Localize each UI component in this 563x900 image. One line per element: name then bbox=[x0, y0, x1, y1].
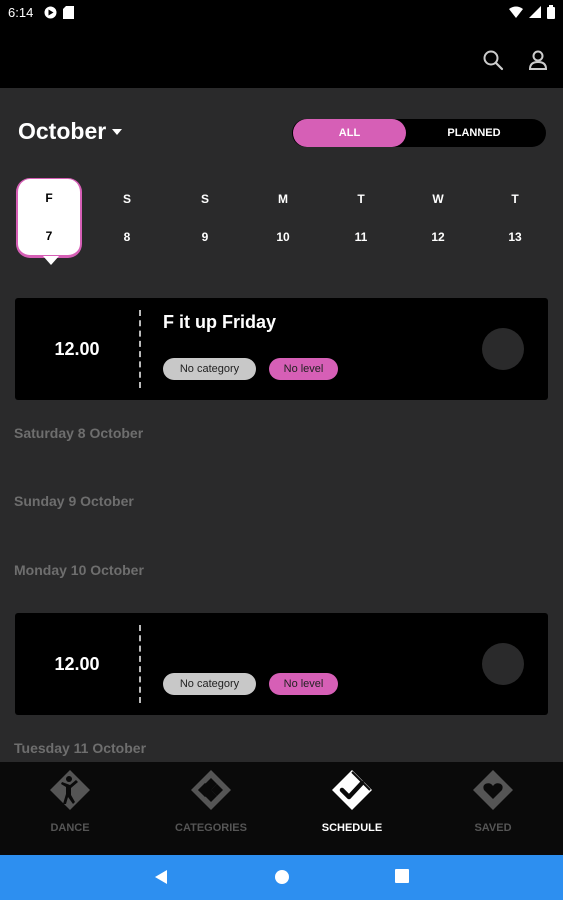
nav-schedule[interactable]: SCHEDULE bbox=[282, 762, 422, 855]
status-bar: 6:14 bbox=[0, 0, 563, 26]
nav-dance[interactable]: DANCE bbox=[0, 762, 140, 855]
level-badge: No level bbox=[269, 673, 338, 695]
selected-day-pointer bbox=[43, 256, 59, 265]
date-heading: Saturday 8 October bbox=[14, 425, 144, 441]
day-number: 12 bbox=[431, 230, 445, 244]
status-notification-icons bbox=[44, 6, 74, 19]
event-title: F it up Friday bbox=[163, 312, 277, 332]
nav-label: CATEGORIES bbox=[175, 822, 247, 834]
schedule-content: October ALL PLANNED F 7 S 8 S 9 M 10 T 1… bbox=[0, 88, 563, 762]
caret-down-icon bbox=[112, 128, 123, 135]
level-badge: No level bbox=[269, 358, 338, 380]
home-icon[interactable] bbox=[274, 869, 290, 885]
heart-icon bbox=[473, 770, 513, 810]
day-of-week: T bbox=[357, 192, 365, 206]
nav-saved[interactable]: SAVED bbox=[423, 762, 563, 855]
event-card[interactable]: 12.00 No category No level bbox=[15, 613, 548, 715]
day-cell[interactable]: S 8 bbox=[94, 178, 160, 258]
month-label: October bbox=[18, 118, 107, 144]
check-icon bbox=[332, 770, 372, 810]
category-badge: No category bbox=[163, 673, 256, 695]
nav-categories[interactable]: CATEGORIES bbox=[141, 762, 281, 855]
status-time: 6:14 bbox=[8, 5, 34, 20]
filter-all-button[interactable]: ALL bbox=[293, 119, 406, 147]
sd-card-icon bbox=[63, 6, 74, 19]
day-number: 13 bbox=[508, 230, 522, 244]
category-badge: No category bbox=[163, 358, 256, 380]
day-of-week: S bbox=[122, 192, 131, 206]
wifi-icon bbox=[509, 6, 523, 18]
day-number: 9 bbox=[201, 230, 209, 244]
filter-toggle: ALL PLANNED bbox=[292, 119, 546, 147]
week-strip: F 7 S 8 S 9 M 10 T 11 W 12 T 13 bbox=[16, 178, 556, 265]
app-bar bbox=[0, 26, 563, 88]
dancer-icon bbox=[50, 770, 90, 810]
day-selected[interactable]: F 7 bbox=[16, 178, 82, 258]
date-heading: Monday 10 October bbox=[14, 562, 144, 578]
card-divider bbox=[139, 625, 141, 703]
day-number: 10 bbox=[276, 230, 290, 244]
bottom-nav: DANCE CATEGORIES SCHEDULE SAVED bbox=[0, 762, 563, 855]
categories-icon bbox=[191, 770, 231, 810]
day-cell[interactable]: S 9 bbox=[172, 178, 238, 258]
month-selector[interactable]: October bbox=[18, 118, 123, 145]
recents-icon[interactable] bbox=[395, 869, 409, 883]
back-icon[interactable] bbox=[154, 869, 168, 885]
day-number: 7 bbox=[45, 229, 53, 243]
card-divider bbox=[139, 310, 141, 388]
plan-toggle-button[interactable] bbox=[482, 643, 524, 685]
play-store-icon bbox=[44, 6, 57, 19]
filter-planned-button[interactable]: PLANNED bbox=[414, 119, 534, 147]
date-heading: Sunday 9 October bbox=[14, 493, 134, 509]
day-of-week: M bbox=[278, 192, 288, 206]
nav-label: DANCE bbox=[50, 822, 90, 834]
day-of-week: W bbox=[432, 192, 444, 206]
date-heading: Tuesday 11 October bbox=[14, 740, 147, 756]
day-cell[interactable]: M 10 bbox=[250, 178, 316, 258]
day-cell[interactable]: T 13 bbox=[482, 178, 548, 258]
system-nav-bar bbox=[0, 855, 563, 900]
event-card[interactable]: 12.00 F it up Friday No category No leve… bbox=[15, 298, 548, 400]
day-cell[interactable]: W 12 bbox=[405, 178, 471, 258]
day-of-week: F bbox=[45, 191, 53, 205]
event-time: 12.00 bbox=[54, 653, 100, 674]
day-number: 11 bbox=[354, 230, 368, 244]
nav-label: SCHEDULE bbox=[321, 822, 383, 834]
day-of-week: S bbox=[200, 192, 209, 206]
day-number: 8 bbox=[123, 230, 131, 244]
plan-toggle-button[interactable] bbox=[482, 328, 524, 370]
day-cell[interactable]: T 11 bbox=[328, 178, 394, 258]
profile-icon[interactable] bbox=[526, 48, 550, 72]
status-system-icons bbox=[509, 5, 555, 19]
day-of-week: T bbox=[511, 192, 519, 206]
battery-icon bbox=[547, 5, 555, 19]
search-icon[interactable] bbox=[481, 48, 505, 72]
event-time: 12.00 bbox=[54, 338, 100, 359]
signal-icon bbox=[529, 6, 541, 18]
nav-label: SAVED bbox=[474, 822, 512, 834]
